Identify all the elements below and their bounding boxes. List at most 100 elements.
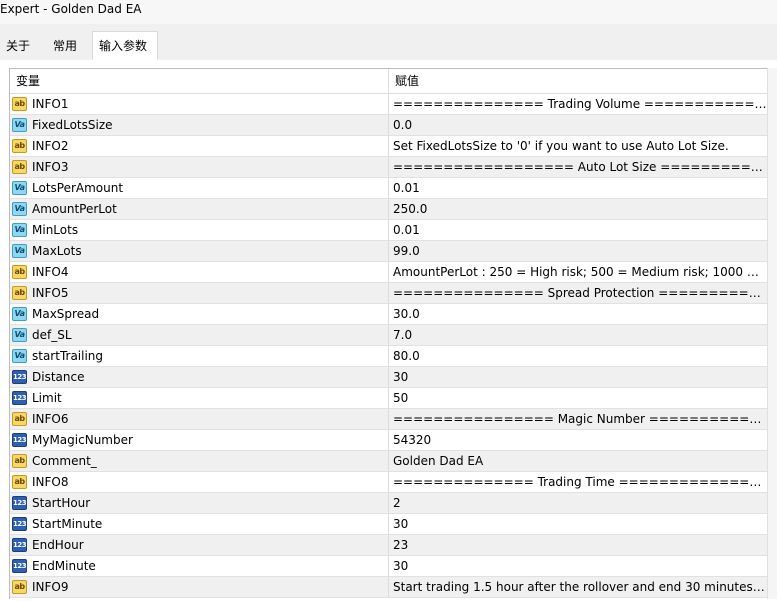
variable-cell: 123 EndMinute: [10, 556, 388, 576]
int-type-icon: 123: [12, 370, 27, 384]
int-type-icon: 123: [12, 433, 27, 447]
int-type-icon: 123: [12, 559, 27, 573]
table-row[interactable]: ab INFO3 ================== Auto Lot Size …: [10, 157, 767, 178]
variable-cell: 123 EndHour: [10, 535, 388, 555]
value-cell[interactable]: 54320: [388, 430, 767, 450]
table-row[interactable]: ab INFO9 Start trading 1.5 hour after the …: [10, 577, 767, 598]
table-row[interactable]: ab INFO6 ================ Magic Number ===…: [10, 409, 767, 430]
double-type-icon: Va: [12, 244, 27, 258]
variable-cell: 123 StartHour: [10, 493, 388, 513]
variable-name: FixedLotsSize: [32, 118, 113, 132]
value-cell[interactable]: 0.0: [388, 115, 767, 135]
table-row[interactable]: ab INFO8 ============== Trading Time =====…: [10, 472, 767, 493]
value-cell[interactable]: 30: [388, 514, 767, 534]
value-cell[interactable]: 2: [388, 493, 767, 513]
table-row[interactable]: Va LotsPerAmount 0.01: [10, 178, 767, 199]
inputs-panel: 变量 赋值 ab INFO1 =============== Trading Vol…: [0, 60, 777, 601]
table-row[interactable]: 123 Distance 30: [10, 367, 767, 388]
vertical-scrollbar[interactable]: [767, 68, 777, 599]
variable-cell: ab INFO3: [10, 157, 388, 177]
table-row[interactable]: ab INFO4 AmountPerLot : 250 = High risk; 5…: [10, 262, 767, 283]
table-row[interactable]: Va MaxLots 99.0: [10, 241, 767, 262]
table-row[interactable]: Va startTrailing 80.0: [10, 346, 767, 367]
value-cell[interactable]: ================== Auto Lot Size =======…: [388, 157, 767, 177]
variable-cell: ab INFO9: [10, 577, 388, 597]
tab-inputs[interactable]: 输入参数: [92, 31, 158, 60]
value-cell[interactable]: 50: [388, 388, 767, 408]
variable-name: Distance: [32, 370, 85, 384]
tab-about[interactable]: 关于: [0, 34, 36, 59]
column-header-variable[interactable]: 变量: [10, 69, 40, 93]
int-type-icon: 123: [12, 538, 27, 552]
double-type-icon: Va: [12, 118, 27, 132]
variable-name: Limit: [32, 391, 62, 405]
column-header-value[interactable]: 赋值: [388, 69, 419, 93]
table-row[interactable]: 123 EndMinute 30: [10, 556, 767, 577]
string-type-icon: ab: [12, 265, 27, 279]
variable-cell: 123 StartMinute: [10, 514, 388, 534]
table-row[interactable]: ab INFO1 =============== Trading Volume ==…: [10, 94, 767, 115]
table-row[interactable]: 123 MyMagicNumber 54320: [10, 430, 767, 451]
table-row[interactable]: ab INFO5 =============== Spread Protection…: [10, 283, 767, 304]
double-type-icon: Va: [12, 223, 27, 237]
table-row[interactable]: Va MinLots 0.01: [10, 220, 767, 241]
string-type-icon: ab: [12, 412, 27, 426]
variable-name: MinLots: [32, 223, 79, 237]
variable-name: INFO4: [32, 265, 69, 279]
variable-name: INFO6: [32, 412, 69, 426]
double-type-icon: Va: [12, 328, 27, 342]
value-cell[interactable]: 30: [388, 556, 767, 576]
variable-name: StartHour: [32, 496, 91, 510]
table-row[interactable]: Va AmountPerLot 250.0: [10, 199, 767, 220]
table-row[interactable]: ab Comment_ Golden Dad EA: [10, 451, 767, 472]
value-cell[interactable]: Set FixedLotsSize to '0' if you want to …: [388, 136, 767, 156]
variable-name: INFO5: [32, 286, 69, 300]
table-row[interactable]: 123 StartMinute 30: [10, 514, 767, 535]
table-row[interactable]: Va MaxSpread 30.0: [10, 304, 767, 325]
variable-cell: ab INFO1: [10, 94, 388, 114]
value-cell[interactable]: 250.0: [388, 199, 767, 219]
variable-cell: ab INFO6: [10, 409, 388, 429]
table-row[interactable]: Va def_SL 7.0: [10, 325, 767, 346]
value-cell[interactable]: 23: [388, 535, 767, 555]
value-cell[interactable]: 99.0: [388, 241, 767, 261]
variable-cell: ab INFO2: [10, 136, 388, 156]
table-row[interactable]: 123 Limit 50: [10, 388, 767, 409]
table-row[interactable]: Va FixedLotsSize 0.0: [10, 115, 767, 136]
double-type-icon: Va: [12, 307, 27, 321]
string-type-icon: ab: [12, 475, 27, 489]
double-type-icon: Va: [12, 349, 27, 363]
string-type-icon: ab: [12, 454, 27, 468]
table-row[interactable]: 123 EndHour 23: [10, 535, 767, 556]
string-type-icon: ab: [12, 139, 27, 153]
tab-common[interactable]: 常用: [47, 34, 83, 59]
variable-cell: Va MaxLots: [10, 241, 388, 261]
value-cell[interactable]: 30: [388, 367, 767, 387]
table-row[interactable]: ab INFO2 Set FixedLotsSize to '0' if you w…: [10, 136, 767, 157]
value-cell[interactable]: 80.0: [388, 346, 767, 366]
value-cell[interactable]: =============== Trading Volume =========…: [388, 94, 767, 114]
variable-name: INFO2: [32, 139, 69, 153]
double-type-icon: Va: [12, 181, 27, 195]
parameters-table: 变量 赋值 ab INFO1 =============== Trading Vol…: [9, 68, 767, 599]
string-type-icon: ab: [12, 160, 27, 174]
value-cell[interactable]: 0.01: [388, 178, 767, 198]
variable-cell: Va startTrailing: [10, 346, 388, 366]
value-cell[interactable]: Start trading 1.5 hour after the rollove…: [388, 577, 767, 597]
variable-name: INFO1: [32, 97, 69, 111]
value-cell[interactable]: ============== Trading Time ============…: [388, 472, 767, 492]
variable-name: def_SL: [32, 328, 72, 342]
value-cell[interactable]: 30.0: [388, 304, 767, 324]
title-bar: Expert - Golden Dad EA: [0, 0, 777, 24]
variable-cell: Va MinLots: [10, 220, 388, 240]
variable-cell: Va MaxSpread: [10, 304, 388, 324]
value-cell[interactable]: ================ Magic Number ==========…: [388, 409, 767, 429]
value-cell[interactable]: 0.01: [388, 220, 767, 240]
value-cell[interactable]: AmountPerLot : 250 = High risk; 500 = Me…: [388, 262, 767, 282]
table-row[interactable]: 123 StartHour 2: [10, 493, 767, 514]
value-cell[interactable]: Golden Dad EA: [388, 451, 767, 471]
value-cell[interactable]: 7.0: [388, 325, 767, 345]
string-type-icon: ab: [12, 97, 27, 111]
window-title: Expert - Golden Dad EA: [0, 2, 142, 16]
value-cell[interactable]: =============== Spread Protection ======…: [388, 283, 767, 303]
